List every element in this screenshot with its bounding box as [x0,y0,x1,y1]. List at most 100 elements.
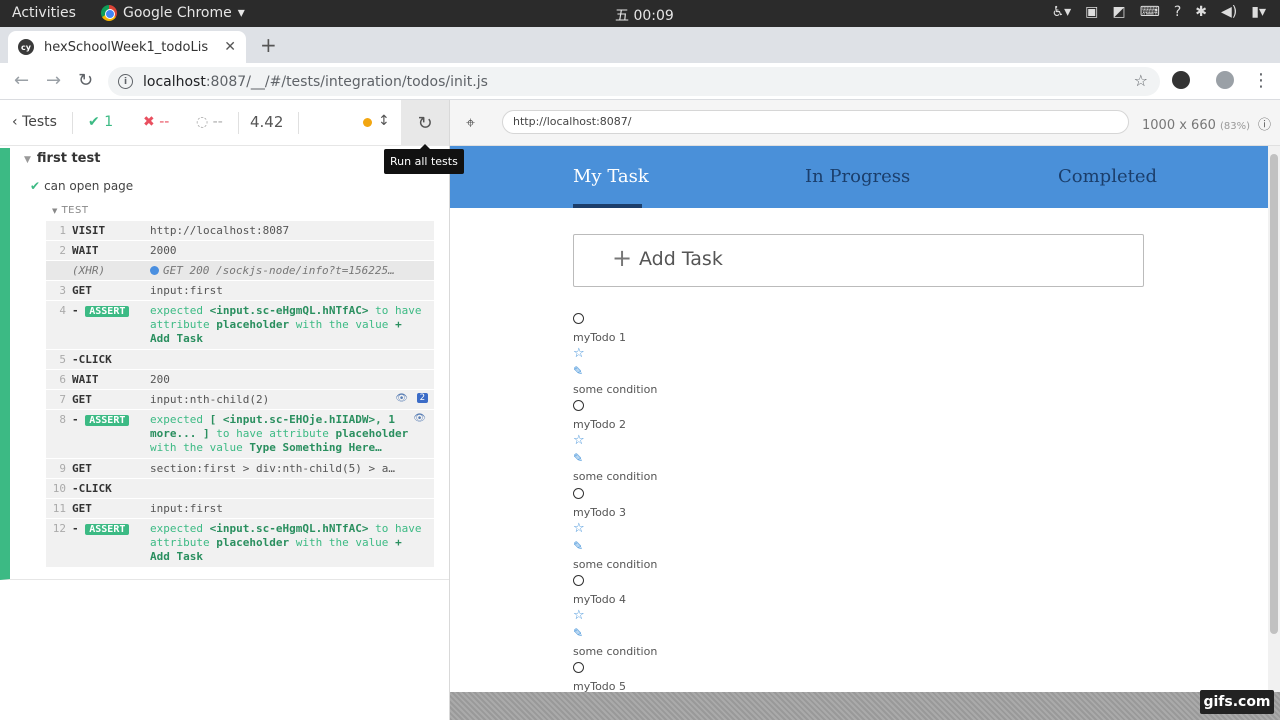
menu-dots-icon[interactable]: ⋮ [1252,70,1270,91]
assert-attr: placeholder [335,427,409,440]
aut-header: ⌖ http://localhost:8087/ 1000 x 660 (83%… [450,100,1280,146]
selector-playground-icon[interactable]: ⌖ [466,113,475,133]
aut-url[interactable]: http://localhost:8087/ [502,110,1129,134]
star-icon[interactable]: ☆ [573,433,585,448]
scroll-toggle-icon[interactable]: ↕ [378,113,390,129]
command-row[interactable]: 10 -CLICK [46,479,434,499]
cmd-number: 6 [59,373,66,386]
command-row[interactable]: 5 -CLICK [46,350,434,370]
back-icon[interactable]: ← [14,70,29,91]
xhr-status-dot-icon [150,266,159,275]
command-row[interactable]: 7 GET input:nth-child(2) 👁 2 [46,390,434,410]
edit-icon[interactable]: ✎ [573,364,583,378]
edit-icon[interactable]: ✎ [573,451,583,465]
cmd-name: GET [72,393,92,406]
aut-scrollbar[interactable] [1268,146,1280,692]
site-info-icon[interactable]: i [118,74,133,89]
monitor-app-icon[interactable]: ◩ [1112,4,1125,20]
assert-text: expected [150,304,210,317]
command-row[interactable]: 1 VISIT http://localhost:8087 [46,221,434,241]
todo-checkbox[interactable] [573,400,584,411]
chevron-down-icon: ▾ [237,5,245,21]
eye-icon[interactable]: 👁 [395,393,408,404]
command-row-assert[interactable]: 12 - ASSERT expected <input.sc-eHgmQL.hNT… [46,519,434,568]
nav-completed[interactable]: Completed [1058,166,1157,187]
close-tab-icon[interactable]: ✕ [224,39,236,55]
bookmark-star-icon[interactable]: ☆ [1134,71,1148,90]
viewport-dims: 1000 x 660 [1142,118,1216,133]
cypress-extension-icon[interactable] [1172,71,1190,89]
edit-icon[interactable]: ✎ [573,626,583,640]
command-row-xhr[interactable]: (XHR) GET 200 /sockjs-node/info?t=156225… [46,261,434,281]
cmd-name: (XHR) [72,264,106,277]
cmd-number: 11 [52,502,66,515]
todo-condition: some condition [573,645,658,658]
test-title-text: can open page [44,179,134,193]
check-icon: ✔ [30,179,41,193]
keyboard-icon[interactable]: ⌨ [1140,4,1160,20]
command-row[interactable]: 11 GET input:first [46,499,434,519]
star-icon[interactable]: ☆ [573,521,585,536]
info-icon[interactable]: ⓘ [1258,118,1271,133]
suite-title[interactable]: ▼ first test [24,151,100,166]
run-all-tests-button[interactable]: ↻ [401,100,449,146]
network-icon[interactable]: ? [1174,4,1181,20]
volume-icon[interactable]: ◀) [1221,4,1237,20]
app-menu[interactable]: Google Chrome ▾ [101,5,245,21]
command-row[interactable]: 6 WAIT 200 [46,370,434,390]
reload-icon[interactable]: ↻ [78,70,93,91]
cmd-number: 7 [59,393,66,406]
scrollbar-thumb[interactable] [1270,154,1278,634]
test-title[interactable]: ✔ can open page [30,179,133,193]
cmd-number: 3 [59,284,66,297]
url-path: :8087/__/#/tests/integration/todos/init.… [205,73,488,90]
system-tray[interactable]: ♿▾ ▣ ◩ ⌨ ? ✱ ◀) ▮▾ [1052,4,1266,20]
clock[interactable]: 五 00:09 [615,5,674,25]
tests-back-button[interactable]: ‹ Tests [12,114,57,130]
command-row-assert[interactable]: 4 - ASSERT expected <input.sc-eHgmQL.hNTf… [46,301,434,350]
command-row[interactable]: 2 WAIT 2000 [46,241,434,261]
assert-attr: placeholder [216,536,290,549]
cmd-name: WAIT [72,244,99,257]
cmd-name: - ASSERT [72,522,150,564]
battery-icon[interactable]: ▮▾ [1251,4,1266,20]
command-row[interactable]: 3 GET input:first [46,281,434,301]
address-bar: ← → ↻ i localhost :8087/__/#/tests/integ… [0,63,1280,100]
cmd-message: expected <input.sc-eHgmQL.hNTfAC> to hav… [150,304,434,346]
todo-name: myTodo 4 [573,593,627,606]
activities-button[interactable]: Activities [12,5,76,21]
edit-icon[interactable]: ✎ [573,539,583,553]
tab-title: hexSchoolWeek1_todoLis [44,39,209,55]
passed-count: ✔ 1 [88,114,114,130]
command-row-assert[interactable]: 8 - ASSERT expected [ <input.sc-EHOje.hII… [46,410,434,459]
star-icon[interactable]: ☆ [573,608,585,623]
pending-value: -- [212,114,223,130]
bluetooth-icon[interactable]: ✱ [1195,4,1207,20]
todo-checkbox[interactable] [573,488,584,499]
forward-icon[interactable]: → [46,70,61,91]
command-row[interactable]: 9 GET section:first > div:nth-child(5) > a… [46,459,434,479]
todo-checkbox[interactable] [573,575,584,586]
accessibility-icon[interactable]: ♿▾ [1052,4,1072,20]
cmd-number: 8 [59,413,66,426]
cmd-name: WAIT [72,373,99,386]
cmd-message: expected <input.sc-eHgmQL.hNTfAC> to hav… [150,522,434,564]
add-task-input[interactable]: + Add Task [573,234,1144,287]
todo-checkbox[interactable] [573,313,584,324]
nav-in-progress[interactable]: In Progress [805,166,910,187]
camera-icon[interactable]: ▣ [1085,4,1098,20]
nav-my-task[interactable]: My Task [573,166,649,187]
cmd-name: GET [72,502,92,515]
url-host: localhost [143,73,206,90]
tests-label: Tests [22,114,57,130]
cmd-name: - ASSERT [72,304,150,346]
new-tab-icon[interactable]: + [260,33,277,57]
eye-icon[interactable]: 👁 [413,413,426,424]
browser-tab[interactable]: cy hexSchoolWeek1_todoLis ✕ [8,31,246,63]
cmd-number [46,264,72,277]
star-icon[interactable]: ☆ [573,346,585,361]
todo-checkbox[interactable] [573,662,584,673]
profile-avatar-icon[interactable] [1216,71,1234,89]
cmd-message [150,482,434,495]
omnibox[interactable]: i localhost :8087/__/#/tests/integration… [108,67,1160,96]
